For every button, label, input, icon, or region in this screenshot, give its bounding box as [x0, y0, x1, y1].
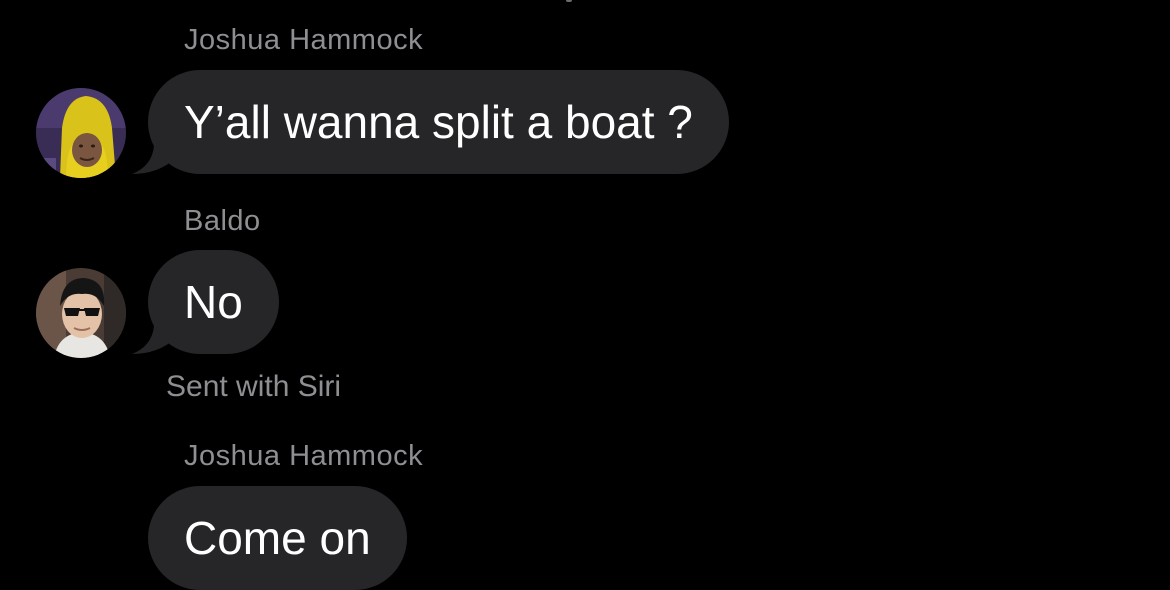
avatar-baldo[interactable]: [36, 268, 126, 358]
sender-name: Joshua Hammock: [184, 440, 424, 472]
avatar-joshua-hammock[interactable]: [36, 88, 126, 178]
sent-with-siri-note: Sent with Siri: [166, 370, 342, 403]
scroll-indicator: [566, 0, 572, 2]
message-bubble[interactable]: Come on: [148, 486, 407, 590]
person-with-sunglasses-avatar-icon: [36, 268, 126, 358]
message-thread: Joshua Hammock Y’all wanna split a boat …: [0, 0, 1170, 590]
message-bubble[interactable]: Y’all wanna split a boat ?: [148, 70, 729, 174]
message-bubble[interactable]: No: [148, 250, 279, 354]
sender-name: Joshua Hammock: [184, 24, 424, 56]
yellow-hooded-person-avatar-icon: [36, 88, 126, 178]
sender-name: Baldo: [184, 205, 261, 237]
